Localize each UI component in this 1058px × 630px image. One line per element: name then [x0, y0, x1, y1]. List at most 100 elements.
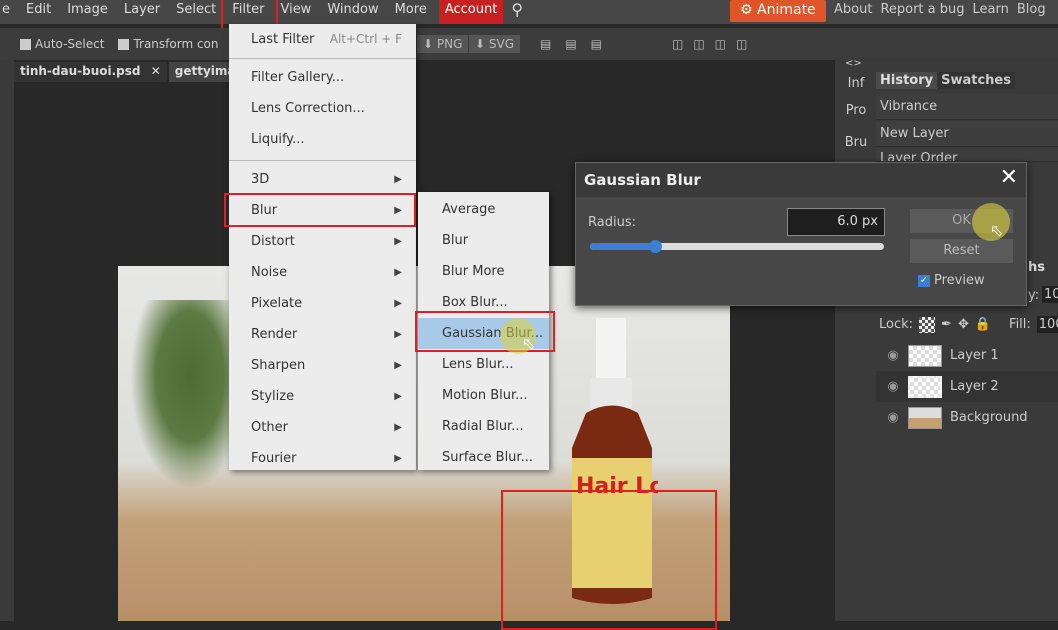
about-link[interactable]: About: [830, 0, 876, 20]
transform-checkbox[interactable]: [118, 38, 130, 50]
arrow-right-icon: ▶: [394, 329, 402, 340]
menu-item-distort[interactable]: Distort ▶: [229, 226, 416, 257]
layer-thumbnail: [908, 406, 942, 429]
gaussian-blur-dialog: Gaussian Blur ✕ Radius: 6.0 px OK Reset …: [575, 162, 1027, 306]
tab-label: tinh-dau-buoi.psd: [20, 64, 141, 78]
menu-item-noise[interactable]: Noise ▶: [229, 257, 416, 288]
layer-row[interactable]: ◉ Layer 1: [876, 340, 1058, 371]
tools-panel[interactable]: [0, 60, 14, 621]
menu-item-average[interactable]: Average: [418, 194, 549, 225]
export-svg-button[interactable]: ⬇ SVG: [469, 35, 520, 53]
menu-item-liquify[interactable]: Liquify...: [229, 124, 416, 155]
menu-item-radial-blur[interactable]: Radial Blur...: [418, 411, 549, 442]
animate-label: Animate: [757, 2, 816, 18]
layer-row[interactable]: ◉ Background: [876, 402, 1058, 433]
align-icons[interactable]: ▤▤▤: [540, 37, 616, 51]
tab-swatches[interactable]: Swatches: [937, 72, 1015, 89]
menu-item-other[interactable]: Other ▶: [229, 412, 416, 443]
layer-row[interactable]: ◉ Layer 2: [876, 371, 1058, 402]
arrow-right-icon: ▶: [394, 236, 402, 247]
menu-edit-partial[interactable]: e: [0, 0, 18, 24]
learn-link[interactable]: Learn: [969, 0, 1013, 20]
info-panel-button[interactable]: Inf: [840, 76, 872, 91]
eye-icon[interactable]: ◉: [882, 348, 904, 363]
slider-fill: [590, 243, 655, 250]
auto-select-checkbox[interactable]: [20, 38, 31, 50]
item-label: Stylize: [251, 389, 295, 404]
radius-slider[interactable]: [590, 240, 884, 253]
animate-button[interactable]: ⚙ Animate: [730, 0, 826, 22]
menu-view[interactable]: View: [272, 0, 319, 24]
tab-history[interactable]: History: [876, 72, 938, 89]
arrow-right-icon: ▶: [394, 360, 402, 371]
blog-link[interactable]: Blog: [1013, 0, 1050, 20]
svg-label: SVG: [488, 37, 514, 51]
menu-item-render[interactable]: Render ▶: [229, 319, 416, 350]
report-bug-link[interactable]: Report a bug: [876, 0, 968, 20]
tab-paths[interactable]: hs: [1028, 260, 1045, 275]
item-label: Other: [251, 420, 288, 435]
menu-item-pixelate[interactable]: Pixelate ▶: [229, 288, 416, 319]
highlight-box: [501, 490, 717, 630]
menu-item-surface-blur[interactable]: Surface Blur...: [418, 442, 549, 473]
preview-checkbox-row[interactable]: ✓ Preview: [918, 273, 985, 288]
arrow-right-icon: ▶: [394, 422, 402, 433]
fill-label: Fill:: [1009, 317, 1031, 332]
menu-image[interactable]: Image: [59, 0, 116, 24]
slider-handle[interactable]: [648, 240, 662, 253]
menu-select[interactable]: Select: [168, 0, 224, 24]
search-icon[interactable]: ⚲: [503, 0, 531, 24]
document-tabs: tinh-dau-buoi.psd ✕ gettyima: [14, 62, 242, 82]
menu-item-fourier[interactable]: Fourier ▶: [229, 443, 416, 474]
menu-more[interactable]: More: [387, 0, 435, 24]
menu-item-filter-gallery[interactable]: Filter Gallery...: [229, 62, 416, 93]
brush-panel-button[interactable]: Bru: [840, 135, 872, 150]
menu-layer[interactable]: Layer: [116, 0, 168, 24]
opacity-input[interactable]: 10: [1042, 286, 1058, 303]
menu-window[interactable]: Window: [319, 0, 386, 24]
layer-name: Layer 2: [950, 379, 999, 394]
tab-tinh-dau-buoi[interactable]: tinh-dau-buoi.psd ✕: [14, 62, 167, 82]
menu-item-lens-correction[interactable]: Lens Correction...: [229, 93, 416, 124]
eye-icon[interactable]: ◉: [882, 379, 904, 394]
animate-icon: ⚙: [740, 2, 758, 18]
lock-row: Lock: ✒ ✥ 🔒 Fill: 100: [879, 316, 1058, 333]
history-item[interactable]: Vibrance: [876, 94, 1058, 120]
account-button[interactable]: Account: [438, 0, 504, 24]
history-item[interactable]: New Layer: [876, 121, 1058, 147]
menu-item-lens-blur[interactable]: Lens Blur...: [418, 349, 549, 380]
menu-item-last-filter[interactable]: Last Filter Alt+Ctrl + F: [229, 24, 416, 55]
lock-icon[interactable]: 🔒: [975, 317, 991, 332]
radius-label: Radius:: [588, 215, 636, 230]
menu-edit[interactable]: Edit: [18, 0, 59, 24]
fill-input[interactable]: 100: [1036, 316, 1058, 333]
menu-item-blur-more[interactable]: Blur More: [418, 256, 549, 287]
distribute-icons[interactable]: ◫◫◫◫: [672, 37, 757, 51]
menu-item-sharpen[interactable]: Sharpen ▶: [229, 350, 416, 381]
export-png-button[interactable]: ⬇ PNG: [417, 35, 469, 53]
transform-label: Transform con: [133, 37, 219, 51]
menu-item-blur[interactable]: Blur: [418, 225, 549, 256]
history-item[interactable]: Layer Order: [876, 148, 1058, 162]
eye-icon[interactable]: ◉: [882, 410, 904, 425]
close-tab-icon[interactable]: ✕: [151, 64, 161, 78]
menu-item-3d[interactable]: 3D ▶: [229, 164, 416, 195]
arrow-right-icon: ▶: [394, 174, 402, 185]
history-tabs: History Swatches: [876, 72, 1015, 89]
radius-input[interactable]: 6.0 px: [787, 208, 885, 236]
properties-panel-button[interactable]: Pro: [840, 103, 872, 118]
item-label: 3D: [251, 172, 270, 187]
cursor-icon: ⬁: [990, 221, 1004, 240]
move-icon[interactable]: ✥: [958, 317, 969, 332]
item-label: Distort: [251, 234, 295, 249]
preview-checkbox[interactable]: ✓: [918, 274, 930, 287]
brush-icon[interactable]: ✒: [941, 317, 952, 332]
close-icon[interactable]: ✕: [1000, 165, 1018, 190]
expand-icon[interactable]: <>: [845, 58, 862, 69]
reset-button[interactable]: Reset: [910, 239, 1013, 263]
menu-item-motion-blur[interactable]: Motion Blur...: [418, 380, 549, 411]
lock-label: Lock:: [879, 317, 914, 332]
lock-transparency-icon[interactable]: [919, 316, 936, 333]
arrow-right-icon: ▶: [394, 298, 402, 309]
menu-item-stylize[interactable]: Stylize ▶: [229, 381, 416, 412]
